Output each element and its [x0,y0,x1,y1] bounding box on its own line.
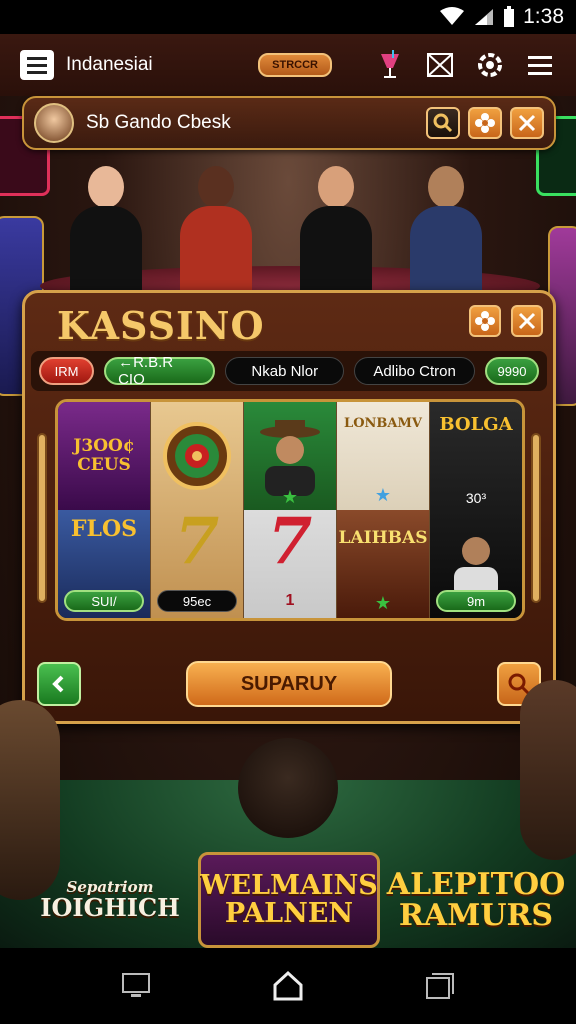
reel-column[interactable]: J3OO¢ CEUS FLOS SUI/ [58,402,151,618]
envelope-icon[interactable] [424,49,456,81]
banner-title: IOIGHICH [40,893,180,923]
panel-actions: SUPARUY [31,653,547,715]
app-bar: Indanesiai STRCCR [0,34,576,96]
man-portrait-icon [454,537,498,599]
panel-title-buttons [469,305,543,337]
promo-pill-button[interactable]: STRCCR [258,53,332,77]
reel-symbol: ★ [244,402,336,510]
reel-symbol: J3OO¢ CEUS [58,402,150,510]
panel-title: KASSINO [57,303,265,348]
promo-banner-middle[interactable]: WELMAINS PALNEN [198,852,380,948]
scrollbar-left[interactable] [37,433,47,603]
seven-symbol: 7 [174,510,220,579]
hamburger-icon[interactable] [524,49,556,81]
reel-symbol: LONBAMV ★ [337,402,429,510]
tab-rbr-cio[interactable]: ←R.B.R CIO [104,354,216,388]
promo-banner-right[interactable]: ALEPITOO RAMURS [387,852,565,948]
flower-icon[interactable] [469,305,501,337]
slot-reels[interactable]: J3OO¢ CEUS FLOS SUI/ 7 95ec ★ 7 1 LONBAM… [55,399,525,621]
tab-9990[interactable]: 9990 [485,357,539,385]
roulette-wheel-icon [163,422,231,490]
reel-value: 30³ [465,490,487,506]
search-bar[interactable]: Sb Gando Cbesk [22,96,556,150]
reel-column[interactable]: 7 95ec [151,402,244,618]
tab-nkab-nlor[interactable]: Nkab Nlor [225,357,345,385]
back-button[interactable] [37,662,81,706]
reel-symbol: FLOS SUI/ [58,510,150,618]
spin-button[interactable]: SUPARUY [186,661,392,707]
reel-symbol: 9m [430,510,522,618]
dealer-figure [290,166,382,296]
tabs-row: IRM ←R.B.R CIO Nkab Nlor Adlibo Ctron 99… [31,351,547,391]
menu-button[interactable] [20,50,54,80]
reel-symbol: 7 1 [244,510,336,618]
star-icon: ★ [281,487,299,507]
flower-icon[interactable] [468,107,502,139]
player-figure-right [520,680,576,860]
close-icon[interactable] [511,305,543,337]
avatar[interactable] [34,103,74,143]
reel-column[interactable]: ★ 7 1 [244,402,337,618]
reel-symbol [151,402,243,510]
promo-banner-left[interactable]: Sepatriom IOIGHICH [30,852,190,948]
kassino-panel: KASSINO IRM ←R.B.R CIO Nkab Nlor Adlibo … [22,290,556,724]
wifi-icon [440,7,465,25]
tab-adlibo-ctron[interactable]: Adlibo Ctron [354,357,475,385]
reel-symbol: LAIHBAS ★ [337,510,429,618]
star-icon: ★ [374,485,392,505]
player-figure-center [238,738,338,838]
settings-icon[interactable] [474,49,506,81]
reel-symbol: BOLGA 30³ [430,402,522,510]
dealer-figure [60,166,152,296]
reel-label[interactable]: SUI/ [64,590,144,612]
reel-symbol-text: LAIHBAS [338,528,428,548]
reel-column[interactable]: LONBAMV ★ LAIHBAS ★ [337,402,430,618]
overview-icon[interactable] [425,972,455,1000]
scrollbar-right[interactable] [531,433,541,603]
reel-symbol-text: J3OO¢ CEUS [73,436,135,475]
dealers-group [60,156,520,296]
home-icon[interactable] [272,970,304,1002]
drink-icon[interactable] [374,49,406,81]
reel-symbol-text: FLOS [70,516,138,542]
man-hat-portrait-icon [260,420,320,496]
dealer-figure [170,166,262,296]
status-time: 1:38 [523,5,564,28]
tab-irm[interactable]: IRM [39,357,95,385]
recents-monitor-icon[interactable] [121,972,151,1000]
system-nav-bar [0,948,576,1024]
seven-symbol: 7 [267,510,313,579]
search-icon[interactable] [426,107,460,139]
reel-label[interactable]: 9m [436,590,516,612]
search-text[interactable]: Sb Gando Cbesk [86,112,418,134]
reel-value: 1 [285,592,295,609]
reel-symbol-text: BOLGA [439,414,513,435]
close-icon[interactable] [510,107,544,139]
signal-icon [475,9,494,25]
status-bar: 1:38 [0,0,576,34]
dealer-figure [400,166,492,296]
reel-column[interactable]: BOLGA 30³ 9m [430,402,522,618]
reel-symbol-text: LONBAMV [344,416,422,431]
app-title: Indanesiai [66,54,153,75]
reel-symbol: 7 95ec [151,510,243,618]
battery-icon [504,6,515,27]
star-icon: ★ [374,593,392,613]
chevron-left-icon [52,675,64,693]
reel-label[interactable]: 95ec [157,590,237,612]
